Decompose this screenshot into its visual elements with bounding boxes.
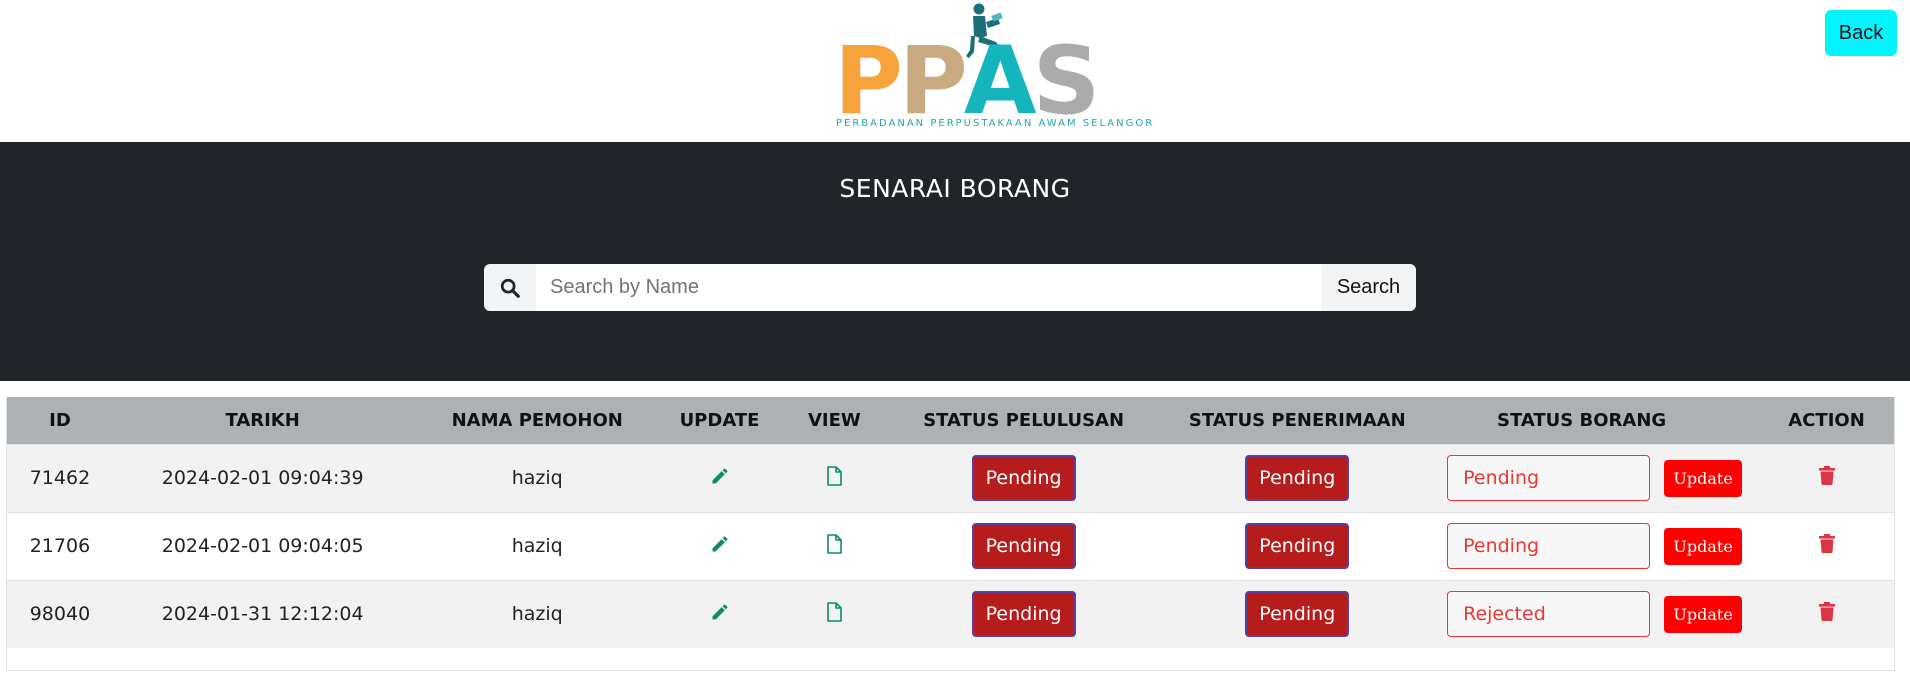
trash-icon[interactable] xyxy=(1818,534,1835,553)
column-header-action: ACTION xyxy=(1788,409,1865,431)
status-pelulusan-button[interactable]: Pending xyxy=(971,523,1076,569)
cell-status-pelulusan: Pending xyxy=(892,444,1156,512)
table-row: 71462 2024-02-01 09:04:39 haziq Pending xyxy=(7,444,1894,512)
cell-tarikh: 2024-01-31 12:12:04 xyxy=(161,603,364,626)
cell-update xyxy=(662,580,777,648)
back-button[interactable]: Back xyxy=(1825,10,1897,56)
cell-id: 21706 xyxy=(29,535,91,557)
cell-id: 71462 xyxy=(29,467,91,489)
cell-tarikh: 2024-02-01 09:04:05 xyxy=(161,535,364,557)
status-penerimaan-button[interactable]: Pending xyxy=(1245,591,1350,638)
column-header-status-pelulusan: STATUS PELULUSAN xyxy=(923,409,1125,431)
column-header-status-penerimaan: STATUS PENERIMAAN xyxy=(1188,409,1406,431)
status-pelulusan-button[interactable]: Pending xyxy=(971,455,1076,501)
column-header-view: VIEW xyxy=(807,409,861,431)
ppas-logo: PPAS PERBADANAN PERPUSTAKAAN AWAM SELANG… xyxy=(834,0,1152,134)
cell-status-pelulusan: Pending xyxy=(892,512,1156,580)
update-status-button[interactable]: Update xyxy=(1664,527,1743,565)
page-title: SENARAI BORANG xyxy=(839,174,1071,203)
borang-table: ID TARIKH NAMA PEMOHON UPDATE VIEW STATU… xyxy=(7,397,1894,648)
cell-status-penerimaan: Pending xyxy=(1155,580,1439,648)
logo-wordmark: PPAS xyxy=(834,27,1100,136)
cell-status-borang: Pending Update xyxy=(1439,444,1759,512)
status-penerimaan-button[interactable]: Pending xyxy=(1245,455,1350,501)
document-icon[interactable] xyxy=(826,465,843,486)
column-header-id: ID xyxy=(49,409,71,431)
cell-status-borang: Rejected Update xyxy=(1439,580,1759,648)
status-borang-select[interactable]: Pending xyxy=(1447,523,1651,569)
status-borang-select[interactable]: Pending xyxy=(1447,455,1651,501)
document-icon[interactable] xyxy=(826,601,843,622)
search-bar: Search xyxy=(484,264,1416,311)
cell-action xyxy=(1759,580,1894,648)
search-input[interactable] xyxy=(536,264,1321,311)
search-icon xyxy=(500,278,520,298)
cell-update xyxy=(662,512,777,580)
cell-action xyxy=(1759,512,1894,580)
search-button[interactable]: Search xyxy=(1321,264,1416,311)
pencil-icon[interactable] xyxy=(710,466,730,486)
cell-view xyxy=(777,512,892,580)
cell-action xyxy=(1759,444,1894,512)
cell-status-pelulusan: Pending xyxy=(892,580,1156,648)
search-addon xyxy=(484,264,536,311)
page-header: PPAS PERBADANAN PERPUSTAKAAN AWAM SELANG… xyxy=(0,0,1910,142)
cell-nama: haziq xyxy=(511,467,563,489)
column-header-update: UPDATE xyxy=(679,409,760,431)
cell-id: 98040 xyxy=(29,603,91,626)
document-icon[interactable] xyxy=(826,533,843,554)
column-header-nama-pemohon: NAMA PEMOHON xyxy=(451,409,623,431)
column-header-status-borang: STATUS BORANG xyxy=(1497,409,1667,431)
table-header-row: ID TARIKH NAMA PEMOHON UPDATE VIEW STATU… xyxy=(7,397,1894,444)
pencil-icon[interactable] xyxy=(710,602,730,622)
cell-update xyxy=(662,444,777,512)
cell-status-borang: Pending Update xyxy=(1439,512,1759,580)
update-status-button[interactable]: Update xyxy=(1664,459,1743,497)
borang-table-container: ID TARIKH NAMA PEMOHON UPDATE VIEW STATU… xyxy=(6,397,1895,671)
logo-subtitle: PERBADANAN PERPUSTAKAAN AWAM SELANGOR xyxy=(836,118,1155,129)
status-penerimaan-button[interactable]: Pending xyxy=(1245,523,1350,569)
cell-nama: haziq xyxy=(511,603,563,626)
trash-icon[interactable] xyxy=(1818,466,1835,485)
title-banner: SENARAI BORANG Search xyxy=(0,142,1910,381)
cell-nama: haziq xyxy=(511,535,563,557)
status-borang-select[interactable]: Rejected xyxy=(1447,591,1651,638)
cell-view xyxy=(777,580,892,648)
table-row: 98040 2024-01-31 12:12:04 haziq Pending xyxy=(7,580,1894,648)
cell-tarikh: 2024-02-01 09:04:39 xyxy=(161,467,364,489)
cell-view xyxy=(777,444,892,512)
update-status-button[interactable]: Update xyxy=(1664,595,1743,633)
trash-icon[interactable] xyxy=(1818,602,1835,622)
status-pelulusan-button[interactable]: Pending xyxy=(971,591,1076,638)
pencil-icon[interactable] xyxy=(710,534,730,554)
table-row: 21706 2024-02-01 09:04:05 haziq Pending xyxy=(7,512,1894,580)
cell-status-penerimaan: Pending xyxy=(1155,512,1439,580)
column-header-tarikh: TARIKH xyxy=(225,409,300,431)
cell-status-penerimaan: Pending xyxy=(1155,444,1439,512)
